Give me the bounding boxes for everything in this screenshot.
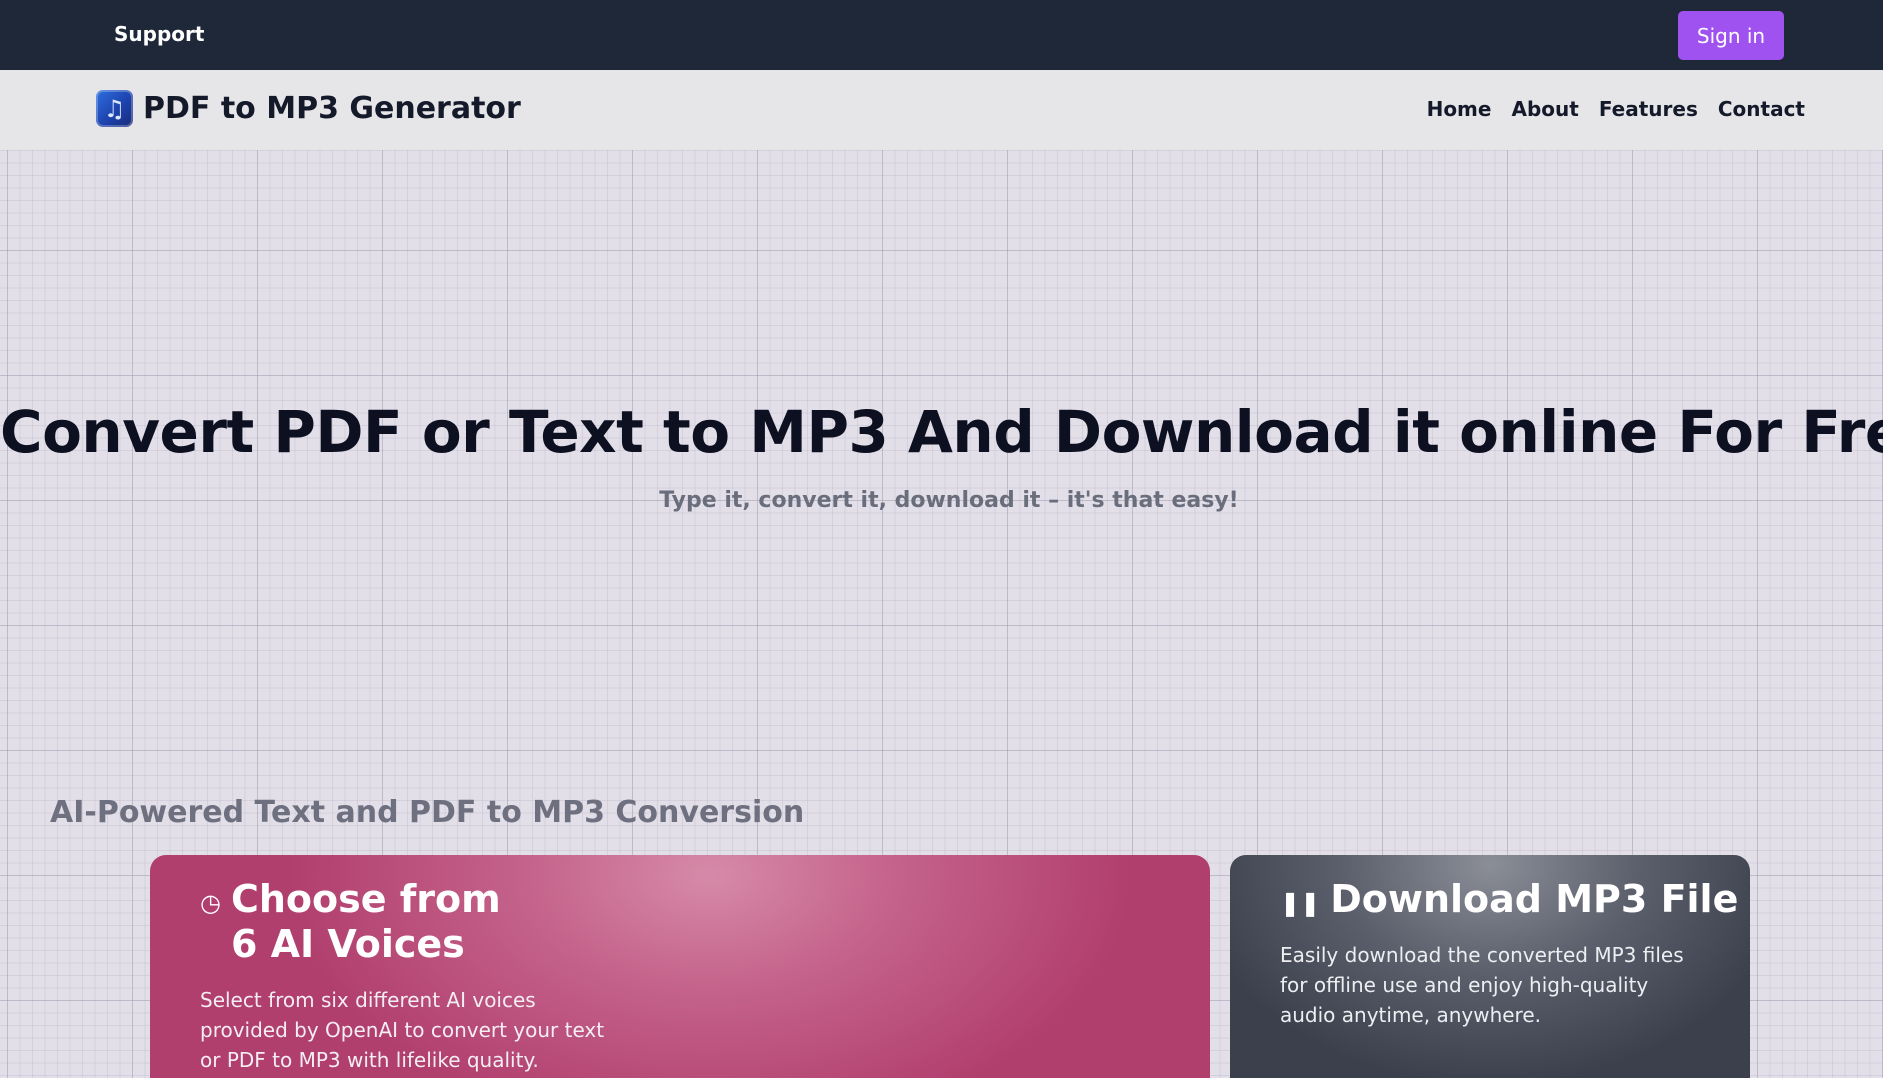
nav-links: Home About Features Contact <box>1427 97 1805 121</box>
pause-icon: ❚❚ <box>1280 889 1321 917</box>
music-note-icon: ♫ <box>96 90 133 127</box>
ai-voices-card-text: Select from six different AI voices prov… <box>200 988 605 1072</box>
nav-link-contact[interactable]: Contact <box>1718 97 1805 121</box>
top-bar: Support Sign in <box>0 0 1883 70</box>
hero-title: Convert PDF or Text to MP3 And Download … <box>0 398 1883 466</box>
ai-voices-card: ◷ Choose from 6 AI Voices Select from si… <box>150 855 1210 1078</box>
ai-voices-card-header: ◷ Choose from 6 AI Voices <box>200 877 501 967</box>
brand[interactable]: ♫ PDF to MP3 Generator <box>96 90 521 127</box>
ai-voices-title-line2: 6 AI Voices <box>230 922 465 966</box>
download-mp3-card: ❚❚ Download MP3 File Easily download the… <box>1230 855 1750 1078</box>
ai-voices-title-line1: Choose from <box>230 877 501 921</box>
brand-title: PDF to MP3 Generator <box>143 91 521 126</box>
nav-link-about[interactable]: About <box>1511 97 1578 121</box>
download-card-title: Download MP3 File <box>1330 877 1739 921</box>
main-navbar: ♫ PDF to MP3 Generator Home About Featur… <box>0 70 1883 150</box>
download-card-text: Easily download the converted MP3 files … <box>1280 943 1684 1027</box>
download-card-header: ❚❚ Download MP3 File <box>1280 877 1738 922</box>
hero-subtitle: Type it, convert it, download it – it's … <box>659 488 1239 513</box>
features-heading: AI-Powered Text and PDF to MP3 Conversio… <box>50 795 805 830</box>
clock-icon: ◷ <box>200 889 221 917</box>
ai-voices-card-title: Choose from 6 AI Voices <box>231 877 501 967</box>
nav-link-features[interactable]: Features <box>1599 97 1698 121</box>
nav-link-home[interactable]: Home <box>1427 97 1492 121</box>
support-link[interactable]: Support <box>114 22 204 46</box>
sign-in-button[interactable]: Sign in <box>1678 11 1784 60</box>
